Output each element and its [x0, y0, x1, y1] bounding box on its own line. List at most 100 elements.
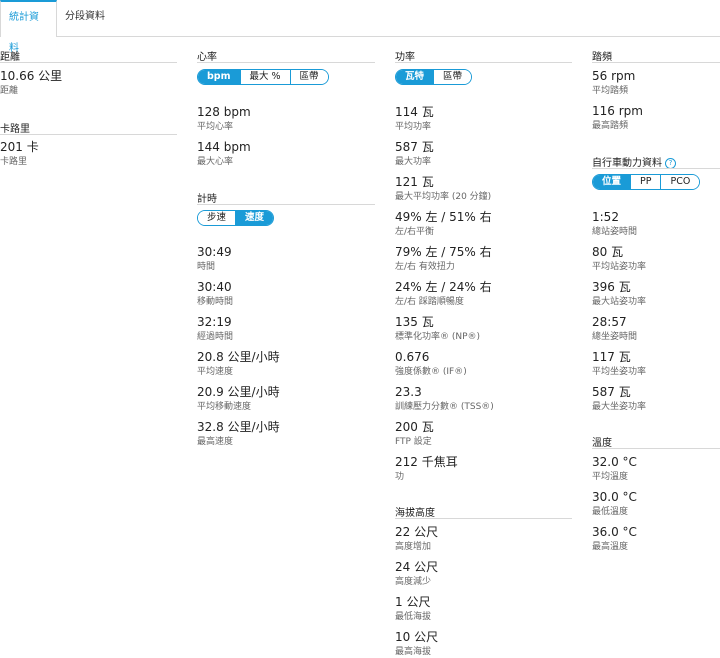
stat-max-elevation: 10 公尺 最高海拔 [395, 630, 438, 658]
section-title-distance: 距離 [0, 52, 20, 63]
stat-max-cadence: 116 rpm 最高踏頻 [592, 104, 643, 132]
stat-lr-balance: 49% 左 / 51% 右 左/右平衡 [395, 210, 492, 238]
toggle-watts[interactable]: 瓦特 [396, 70, 434, 84]
stat-ftp-setting: 200 瓦 FTP 設定 [395, 420, 434, 448]
stat-label: 平均站姿功率 [592, 262, 647, 272]
divider [0, 134, 177, 135]
stat-label: 訓練壓力分數® (TSS®) [395, 402, 494, 412]
power-unit-toggle: 瓦特 區帶 [395, 69, 473, 85]
stat-label: 平均心率 [197, 122, 234, 132]
section-title-power: 功率 [395, 52, 415, 63]
stat-label: 平均移動速度 [197, 402, 252, 412]
toggle-pace[interactable]: 步速 [198, 211, 236, 225]
stat-max-power: 587 瓦 最大功率 [395, 140, 434, 168]
stat-max-avg-power-20min: 121 瓦 最大平均功率 (20 分鐘) [395, 175, 491, 203]
stat-label: 平均坐姿功率 [592, 367, 647, 377]
stat-label: 平均功率 [395, 122, 432, 132]
stat-label: 總坐姿時間 [592, 332, 638, 342]
section-title-cycling-dynamics: 自行車動力資料? [592, 154, 676, 169]
stat-label: 功 [395, 472, 405, 482]
stat-avg-seated-power: 117 瓦 平均坐姿功率 [592, 350, 646, 378]
stat-label: 標準化功率® (NP®) [395, 332, 481, 342]
divider [395, 62, 572, 63]
section-title-elevation: 海拔高度 [395, 508, 435, 519]
stat-value: 396 瓦 [592, 280, 631, 294]
stat-label: 最高海拔 [395, 647, 432, 657]
stat-max-seated-power: 587 瓦 最大坐姿功率 [592, 385, 646, 413]
stat-value: 10.66 公里 [0, 69, 63, 83]
section-title-timing: 計時 [197, 194, 217, 205]
divider [592, 448, 720, 449]
stat-label: 最高溫度 [592, 542, 629, 552]
toggle-zones[interactable]: 區帶 [289, 70, 328, 84]
divider [197, 204, 375, 205]
stat-label: 時間 [197, 262, 216, 272]
stat-value: 49% 左 / 51% 右 [395, 210, 492, 224]
tab-splits[interactable]: 分段資料 [57, 0, 113, 35]
stat-max-speed: 32.8 公里/小時 最高速度 [197, 420, 280, 448]
stat-normalized-power: 135 瓦 標準化功率® (NP®) [395, 315, 480, 343]
toggle-max-percent[interactable]: 最大 % [239, 70, 290, 84]
help-icon[interactable]: ? [665, 157, 676, 169]
stat-max-standing-power: 396 瓦 最大站姿功率 [592, 280, 646, 308]
stat-label: 最大心率 [197, 157, 234, 167]
tab-stats[interactable]: 統計資料 [0, 0, 57, 54]
stat-label: 最大坐姿功率 [592, 402, 647, 412]
toggle-speed[interactable]: 速度 [235, 211, 274, 225]
stat-label: 最低溫度 [592, 507, 629, 517]
stat-value: 56 rpm [592, 69, 636, 83]
divider [592, 168, 720, 169]
stat-avg-power: 114 瓦 平均功率 [395, 105, 434, 133]
stat-label: 高度減少 [395, 577, 432, 587]
cycling-dynamics-toggle: 位置 PP PCO [592, 174, 701, 190]
stat-intensity-factor: 0.676 強度係數® (IF®) [395, 350, 467, 378]
toggle-pco[interactable]: PCO [660, 175, 700, 189]
stat-value: 587 瓦 [395, 140, 434, 154]
stat-label: 距離 [0, 86, 19, 96]
stat-elapsed-time: 32:19 經過時間 [197, 315, 233, 343]
toggle-power-zones[interactable]: 區帶 [433, 70, 472, 84]
divider [395, 518, 572, 519]
tab-bar: 統計資料 分段資料 [0, 0, 720, 54]
stat-label: 最低海拔 [395, 612, 432, 622]
stat-value: 30.0 °C [592, 490, 637, 504]
toggle-pp[interactable]: PP [630, 175, 661, 189]
stat-max-temperature: 36.0 °C 最高溫度 [592, 525, 637, 553]
stat-value: 22 公尺 [395, 525, 439, 539]
stat-value: 30:49 [197, 245, 232, 259]
stat-label: 高度增加 [395, 542, 432, 552]
stat-value: 0.676 [395, 350, 430, 364]
stat-label: 最大功率 [395, 157, 432, 167]
stat-value: 32.8 公里/小時 [197, 420, 280, 434]
stat-lr-torque-effectiveness: 79% 左 / 75% 右 左/右 有效扭力 [395, 245, 492, 273]
stat-value: 201 卡 [0, 140, 39, 154]
stat-label: 平均踏頻 [592, 86, 629, 96]
toggle-position[interactable]: 位置 [593, 175, 631, 189]
stat-total-seated-time: 28:57 總坐姿時間 [592, 315, 637, 343]
stat-training-stress-score: 23.3 訓練壓力分數® (TSS®) [395, 385, 494, 413]
stat-label: 總站姿時間 [592, 227, 638, 237]
stat-min-temperature: 30.0 °C 最低溫度 [592, 490, 637, 518]
divider [0, 62, 177, 63]
stat-elevation-loss: 24 公尺 高度減少 [395, 560, 438, 588]
stat-min-elevation: 1 公尺 最低海拔 [395, 595, 431, 623]
stat-value: 79% 左 / 75% 右 [395, 245, 492, 259]
heart-rate-unit-toggle: bpm 最大 % 區帶 [197, 69, 329, 85]
stat-value: 212 千焦耳 [395, 455, 458, 469]
stat-value: 20.9 公里/小時 [197, 385, 280, 399]
stat-value: 114 瓦 [395, 105, 434, 119]
toggle-bpm[interactable]: bpm [198, 70, 240, 84]
stat-label: 經過時間 [197, 332, 234, 342]
stat-avg-standing-power: 80 瓦 平均站姿功率 [592, 245, 646, 273]
section-title-cadence: 踏頻 [592, 52, 612, 63]
stat-time: 30:49 時間 [197, 245, 232, 273]
stat-total-standing-time: 1:52 總站姿時間 [592, 210, 637, 238]
section-title-calories: 卡路里 [0, 124, 30, 135]
stat-avg-temperature: 32.0 °C 平均溫度 [592, 455, 637, 483]
stat-label: 平均溫度 [592, 472, 629, 482]
section-title-heart-rate: 心率 [197, 52, 217, 63]
stat-label: 最高速度 [197, 437, 234, 447]
stat-max-heart-rate: 144 bpm 最大心率 [197, 140, 251, 168]
stat-avg-speed: 20.8 公里/小時 平均速度 [197, 350, 280, 378]
stat-elevation-gain: 22 公尺 高度增加 [395, 525, 438, 553]
